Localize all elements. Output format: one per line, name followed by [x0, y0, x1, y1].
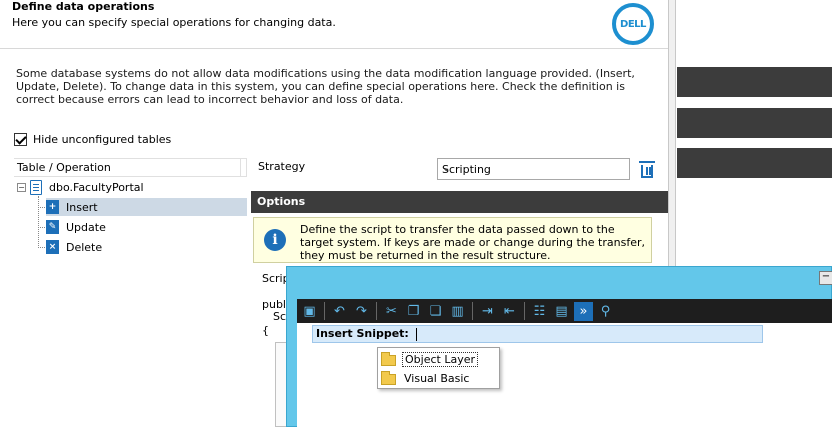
snippet-item-visual-basic[interactable]: Visual Basic: [381, 369, 471, 387]
trash-icon: [639, 161, 655, 178]
hide-unconfigured-label[interactable]: Hide unconfigured tables: [33, 133, 171, 146]
column-separator[interactable]: [240, 159, 241, 176]
right-dark-band-1: [677, 67, 832, 97]
tree-column-title: Table / Operation: [17, 161, 111, 174]
folder-icon: [381, 351, 396, 366]
delete-icon: ×: [46, 240, 59, 254]
export-icon[interactable]: ⇤: [500, 302, 519, 321]
strategy-select[interactable]: Scripting ⌄: [437, 158, 630, 180]
snippet-item-object-layer[interactable]: Object Layer: [381, 350, 478, 368]
edit-icon: ✎: [46, 220, 59, 234]
minimize-button[interactable]: −: [819, 271, 832, 285]
import-icon[interactable]: ⇥: [478, 302, 497, 321]
insert-snippet-label: Insert Snippet:: [316, 327, 409, 340]
collapse-icon[interactable]: −: [17, 182, 26, 192]
tree-node-delete[interactable]: × Delete: [46, 238, 105, 256]
tree-node-delete-label[interactable]: Delete: [63, 241, 105, 254]
description-text: Some database systems do not allow data …: [16, 67, 635, 106]
text-cursor: [416, 328, 417, 341]
right-dark-band-3: [677, 148, 832, 178]
page-subtitle: Here you can specify special operations …: [12, 16, 336, 29]
redo-icon[interactable]: ↷: [352, 302, 371, 321]
tree-node-insert[interactable]: + Insert: [46, 198, 247, 216]
snippet-item-label[interactable]: Visual Basic: [402, 372, 471, 385]
insert-icon: +: [46, 200, 59, 214]
cut-icon[interactable]: ✂: [382, 302, 401, 321]
page-title: Define data operations: [12, 0, 155, 13]
insert-snippet-input[interactable]: Insert Snippet:: [312, 325, 763, 343]
trash-icon[interactable]: ▥: [448, 302, 467, 321]
tree-node-table[interactable]: − dbo.FacultyPortal: [17, 178, 147, 196]
snippet-list: Object Layer Visual Basic: [377, 347, 500, 389]
chevron-down-icon[interactable]: ⌄: [442, 163, 626, 174]
script-icon[interactable]: ▤: [552, 302, 571, 321]
undo-icon[interactable]: ↶: [330, 302, 349, 321]
strategy-label: Strategy: [258, 160, 306, 173]
tree-node-update-label[interactable]: Update: [63, 221, 109, 234]
hide-unconfigured-row[interactable]: Hide unconfigured tables: [14, 133, 171, 146]
copy-icon[interactable]: ❐: [404, 302, 423, 321]
toolbar-separator: [376, 302, 377, 320]
info-icon: i: [264, 229, 286, 251]
tree-node-update[interactable]: ✎ Update: [46, 218, 109, 236]
tree-node-table-label[interactable]: dbo.FacultyPortal: [46, 181, 147, 194]
toolbar-separator: [324, 302, 325, 320]
delete-strategy-button[interactable]: [637, 159, 657, 180]
toolbar-separator: [472, 302, 473, 320]
code-line: {: [262, 324, 269, 337]
right-dark-band-2: [677, 108, 832, 138]
hide-unconfigured-checkbox[interactable]: [14, 133, 27, 146]
table-icon: [30, 179, 42, 195]
options-header: Options: [251, 191, 668, 213]
save-icon[interactable]: ▣: [300, 302, 319, 321]
snippet-item-label[interactable]: Object Layer: [402, 351, 478, 367]
dialog-root: Define data operations Here you can spec…: [0, 0, 832, 427]
insert-snippet-icon[interactable]: »: [574, 301, 593, 321]
header: Define data operations Here you can spec…: [0, 0, 668, 49]
paste-icon[interactable]: ❏: [426, 302, 445, 321]
info-text: Define the script to transfer the data p…: [300, 223, 645, 262]
snippet-window: − ▣ ↶ ↷ ✂ ❐ ❏ ▥ ⇥ ⇤ ☷ ▤ » ⚲ Insert Snipp…: [286, 266, 832, 427]
snippet-toolbar: ▣ ↶ ↷ ✂ ❐ ❏ ▥ ⇥ ⇤ ☷ ▤ » ⚲: [297, 299, 832, 323]
tree-line: [38, 196, 39, 248]
network-icon[interactable]: ☷: [530, 302, 549, 321]
options-title: Options: [257, 195, 306, 208]
folder-icon: [381, 370, 396, 385]
toolbar-separator: [524, 302, 525, 320]
info-box: i Define the script to transfer the data…: [253, 217, 652, 263]
tree-column-header: Table / Operation: [14, 158, 247, 177]
search-icon[interactable]: ⚲: [596, 302, 615, 321]
dell-logo: DELL: [612, 3, 654, 45]
tree-node-insert-label[interactable]: Insert: [63, 201, 101, 214]
